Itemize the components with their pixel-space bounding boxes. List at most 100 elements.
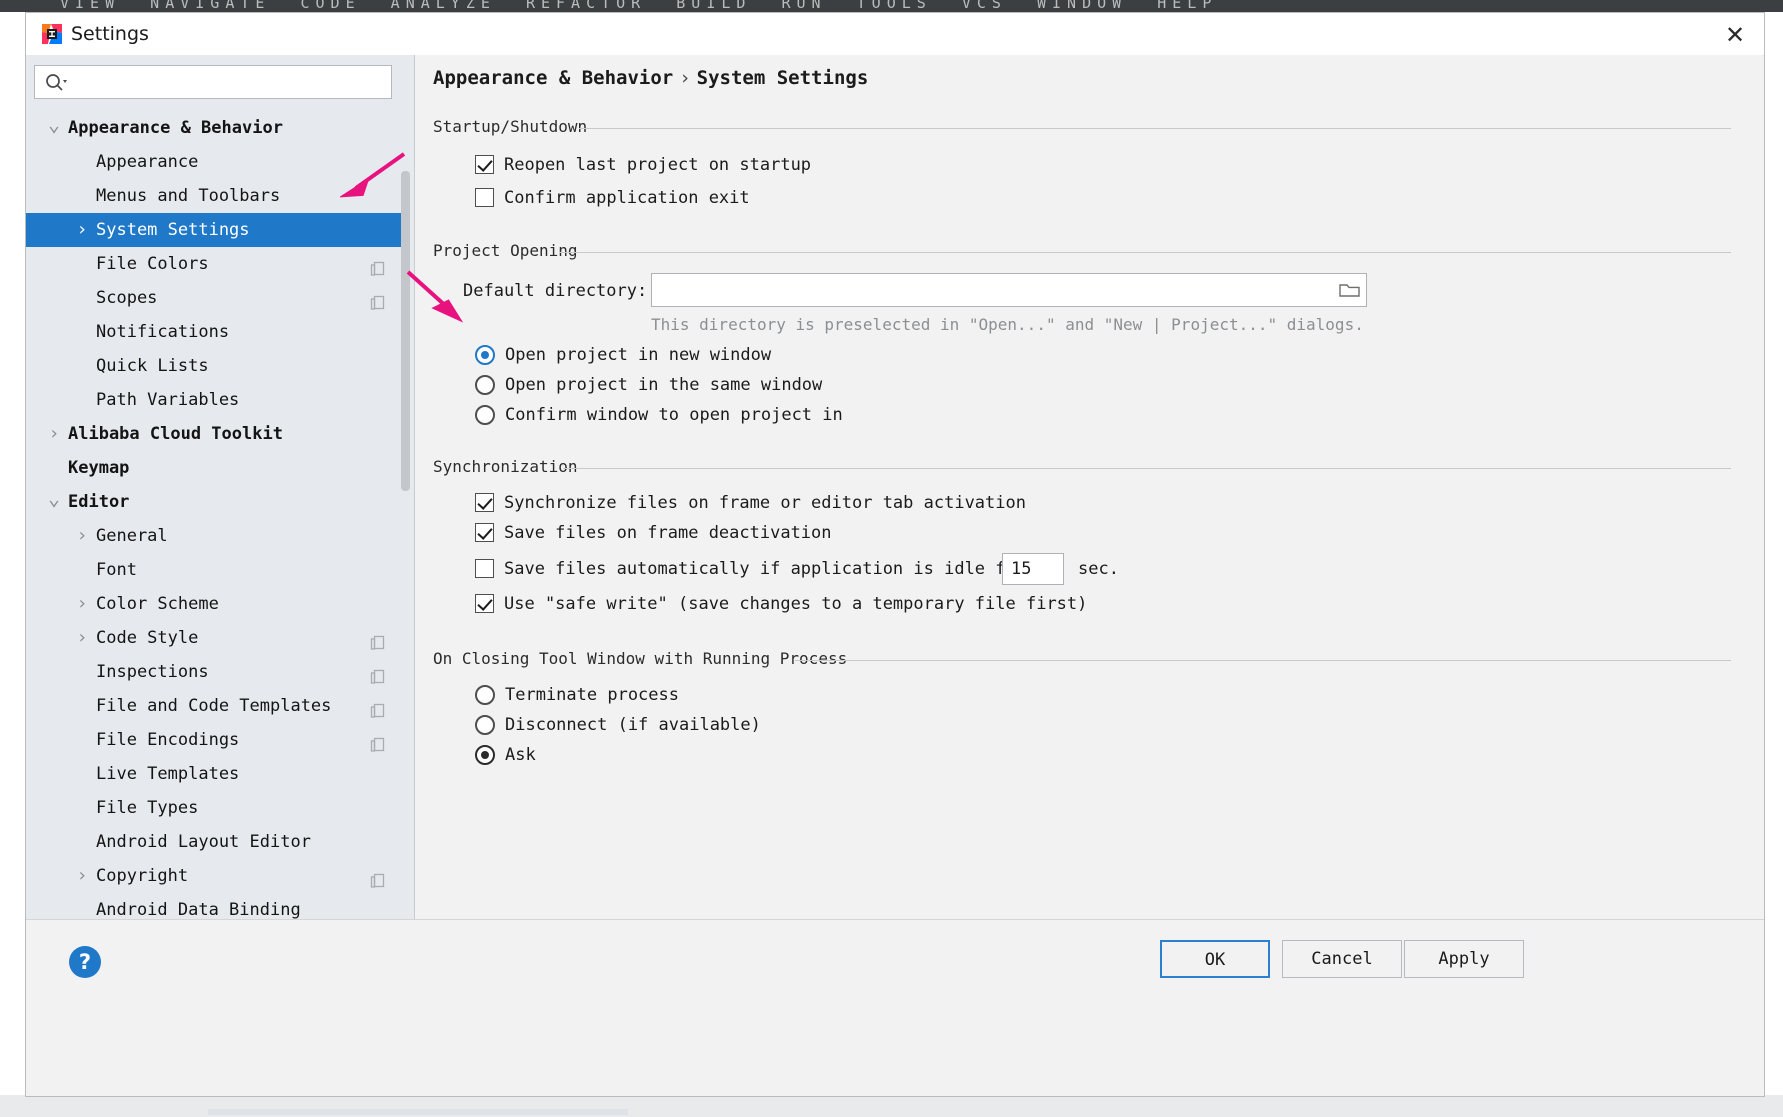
sidebar-item-label: Code Style xyxy=(96,628,199,648)
idle-seconds-field[interactable] xyxy=(1002,553,1064,585)
chevron-right-icon[interactable]: › xyxy=(74,587,90,621)
chevron-right-icon[interactable]: › xyxy=(46,417,62,451)
default-directory-input[interactable] xyxy=(652,274,1366,306)
checkbox-icon[interactable] xyxy=(475,594,494,613)
copy-settings-icon[interactable] xyxy=(370,732,386,752)
radio-ask[interactable]: Ask xyxy=(475,743,536,767)
sidebar-item-font[interactable]: Font xyxy=(26,553,404,587)
radio-open-project-new-window[interactable]: Open project in new window xyxy=(475,343,771,367)
checkbox-use-safe-write[interactable]: Use "safe write" (save changes to a temp… xyxy=(475,592,1087,616)
radio-label: Open project in new window xyxy=(505,345,772,365)
radio-confirm-window[interactable]: Confirm window to open project in xyxy=(475,403,843,427)
sidebar-item-file-encodings[interactable]: File Encodings xyxy=(26,723,404,757)
sidebar-item-code-style[interactable]: › Code Style xyxy=(26,621,404,655)
checkbox-icon[interactable] xyxy=(475,188,494,207)
copy-settings-icon[interactable] xyxy=(370,664,386,684)
sidebar-item-scopes[interactable]: Scopes xyxy=(26,281,404,315)
checkbox-confirm-application-exit[interactable]: Confirm application exit xyxy=(475,186,750,210)
close-icon[interactable]: ✕ xyxy=(1720,21,1750,49)
search-input[interactable] xyxy=(73,66,387,100)
radio-terminate-process[interactable]: Terminate process xyxy=(475,683,679,707)
radio-icon[interactable] xyxy=(475,345,495,365)
radio-icon[interactable] xyxy=(475,685,495,705)
chevron-right-icon[interactable]: › xyxy=(74,519,90,553)
chevron-down-icon[interactable]: ⌄ xyxy=(46,485,62,519)
default-directory-field[interactable] xyxy=(651,273,1367,307)
sidebar-item-label: Alibaba Cloud Toolkit xyxy=(68,424,283,444)
copy-settings-icon[interactable] xyxy=(370,698,386,718)
sidebar-item-alibaba-cloud-toolkit[interactable]: › Alibaba Cloud Toolkit xyxy=(26,417,404,451)
dialog-titlebar: Settings ✕ xyxy=(26,13,1764,56)
sidebar-item-file-types[interactable]: File Types xyxy=(26,791,404,825)
radio-icon[interactable] xyxy=(475,405,495,425)
section-title-synchronization: Synchronization xyxy=(433,457,588,476)
sidebar-item-label: Appearance xyxy=(96,152,199,172)
radio-icon[interactable] xyxy=(475,375,495,395)
sidebar-item-copyright[interactable]: › Copyright xyxy=(26,859,404,893)
section-divider xyxy=(579,128,1731,129)
radio-icon[interactable] xyxy=(475,745,495,765)
copy-settings-icon[interactable] xyxy=(370,630,386,650)
sidebar-item-label: Android Data Binding xyxy=(96,900,301,919)
section-divider xyxy=(795,660,1731,661)
breadcrumb-root[interactable]: Appearance & Behavior xyxy=(433,67,673,89)
breadcrumb: Appearance & Behavior › System Settings xyxy=(433,67,868,89)
cancel-button[interactable]: Cancel xyxy=(1282,940,1402,978)
search-box[interactable] xyxy=(34,65,392,100)
sidebar-item-label: Keymap xyxy=(68,458,130,478)
ok-button[interactable]: OK xyxy=(1160,940,1270,978)
sidebar-item-android-data-binding[interactable]: Android Data Binding xyxy=(26,893,404,919)
radio-disconnect[interactable]: Disconnect (if available) xyxy=(475,713,761,737)
sidebar-item-android-layout-editor[interactable]: Android Layout Editor xyxy=(26,825,404,859)
copy-settings-icon[interactable] xyxy=(370,290,386,310)
sidebar-item-file-and-code-templates[interactable]: File and Code Templates xyxy=(26,689,404,723)
checkbox-icon[interactable] xyxy=(475,155,494,174)
checkbox-synchronize-on-activation[interactable]: Synchronize files on frame or editor tab… xyxy=(475,491,1026,515)
sidebar-item-label: Appearance & Behavior xyxy=(68,118,283,138)
chevron-right-icon[interactable]: › xyxy=(74,859,90,893)
folder-icon[interactable] xyxy=(1339,281,1361,301)
copy-settings-icon[interactable] xyxy=(370,256,386,276)
checkbox-save-on-deactivation[interactable]: Save files on frame deactivation xyxy=(475,521,832,545)
settings-tree[interactable]: ⌄ Appearance & Behavior Appearance Menus an… xyxy=(26,111,404,919)
sidebar-item-live-templates[interactable]: Live Templates xyxy=(26,757,404,791)
sidebar-item-menus-and-toolbars[interactable]: Menus and Toolbars xyxy=(26,179,404,213)
sidebar-item-quick-lists[interactable]: Quick Lists xyxy=(26,349,404,383)
checkbox-icon[interactable] xyxy=(475,523,494,542)
sidebar-item-inspections[interactable]: Inspections xyxy=(26,655,404,689)
sidebar-item-system-settings[interactable]: › System Settings xyxy=(26,213,404,247)
checkbox-save-when-idle[interactable]: Save files automatically if application … xyxy=(475,557,1026,581)
breadcrumb-separator-icon: › xyxy=(679,67,691,89)
sidebar-item-path-variables[interactable]: Path Variables xyxy=(26,383,404,417)
sidebar-item-appearance-behavior[interactable]: ⌄ Appearance & Behavior xyxy=(26,111,404,145)
radio-open-project-same-window[interactable]: Open project in the same window xyxy=(475,373,822,397)
copy-settings-icon[interactable] xyxy=(370,868,386,888)
radio-label: Disconnect (if available) xyxy=(505,715,761,735)
sidebar-item-label: File and Code Templates xyxy=(96,696,332,716)
sidebar-item-notifications[interactable]: Notifications xyxy=(26,315,404,349)
help-icon[interactable]: ? xyxy=(69,946,101,978)
radio-icon[interactable] xyxy=(475,715,495,735)
checkbox-icon[interactable] xyxy=(475,493,494,512)
idle-seconds-input[interactable] xyxy=(1003,554,1063,584)
chevron-down-icon[interactable]: ⌄ xyxy=(46,111,62,145)
checkbox-label: Reopen last project on startup xyxy=(504,155,812,175)
sidebar-item-color-scheme[interactable]: › Color Scheme xyxy=(26,587,404,621)
chevron-right-icon[interactable]: › xyxy=(74,621,90,655)
sidebar-item-file-colors[interactable]: File Colors xyxy=(26,247,404,281)
sidebar-item-appearance[interactable]: Appearance xyxy=(26,145,404,179)
sidebar-item-general[interactable]: › General xyxy=(26,519,404,553)
sidebar-item-keymap[interactable]: Keymap xyxy=(26,451,404,485)
sidebar-item-label: Path Variables xyxy=(96,390,240,410)
sidebar-scrollbar-thumb[interactable] xyxy=(401,171,410,491)
sidebar-scrollbar-track[interactable] xyxy=(401,111,412,917)
sidebar-item-label: Inspections xyxy=(96,662,209,682)
sidebar-item-label: Editor xyxy=(68,492,130,512)
default-directory-label: Default directory: xyxy=(463,281,648,301)
breadcrumb-leaf: System Settings xyxy=(696,67,869,89)
chevron-right-icon[interactable]: › xyxy=(74,213,90,247)
checkbox-icon[interactable] xyxy=(475,559,494,578)
checkbox-reopen-last-project[interactable]: Reopen last project on startup xyxy=(475,153,811,177)
sidebar-item-editor[interactable]: ⌄ Editor xyxy=(26,485,404,519)
apply-button[interactable]: Apply xyxy=(1404,940,1524,978)
